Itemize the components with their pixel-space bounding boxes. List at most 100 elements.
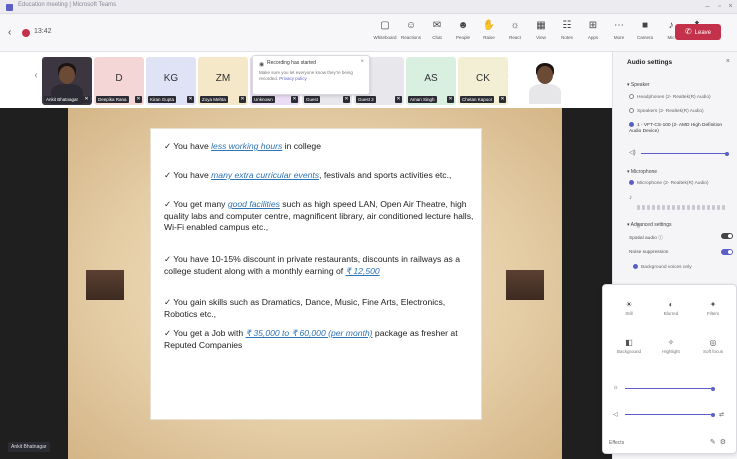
record-icon: ◉	[259, 62, 265, 68]
raise-hand-button[interactable]: ✋ Raise	[476, 19, 502, 47]
participant-tile[interactable]: AS Aman Singh ✕	[406, 57, 456, 105]
bullet-link[interactable]: good facilities	[228, 199, 280, 209]
participant-tile[interactable]: ZM Zoya Mehta ✕	[198, 57, 248, 105]
meter-segment	[662, 205, 665, 210]
back-chevron-icon[interactable]: ‹	[8, 27, 11, 38]
participant-initials: KG	[163, 73, 179, 84]
speaker-radio[interactable]	[629, 108, 634, 113]
mic-radio[interactable]	[629, 180, 634, 185]
checkmark-icon: ✓	[164, 142, 172, 152]
toolbar-button-label: More	[613, 35, 625, 40]
blur-effect-button[interactable]: ◐ Blurred	[653, 299, 689, 325]
panel-close-icon[interactable]: ×	[726, 58, 730, 65]
chat-button[interactable]: ✉ Chat	[424, 19, 450, 47]
toolbar-button-label: Raise	[483, 35, 495, 40]
meter-segment	[687, 205, 690, 210]
background-voices-radio[interactable]	[633, 264, 638, 269]
leave-button[interactable]: ✆ Leave	[675, 24, 721, 40]
participant-name-tag: Ankit Bhatnagar	[44, 96, 81, 103]
speaker-volume-knob[interactable]	[725, 151, 729, 156]
toolbar-button-label: Camera	[636, 35, 653, 40]
effects-volume-slider-knob[interactable]	[711, 412, 715, 417]
video-effects-panel: ☀ Still ◐ Blurred ✦ Filters ◧ Background ✧ Highli…	[602, 284, 737, 454]
people-icon: ☻	[457, 20, 469, 31]
settings-icon[interactable]: ⚙	[720, 439, 730, 446]
toast-body: Make sure you let everyone know they're …	[259, 70, 357, 82]
speaker-radio[interactable]	[629, 94, 634, 99]
speaker-option[interactable]: Speakers (2- Realtek(R) Audio)	[629, 108, 733, 115]
participant-tile[interactable]: KG Kiran Gupta ✕	[146, 57, 196, 105]
privacy-policy-link[interactable]: Privacy policy	[279, 76, 307, 81]
effects-footer-icons[interactable]: ✎⚙	[710, 438, 730, 446]
soft-focus-effect-button[interactable]: ◎ Soft focus	[695, 337, 731, 363]
brightness-slider[interactable]	[625, 388, 713, 389]
bullet-link[interactable]: less working hours	[211, 141, 282, 151]
close-window-icon[interactable]: ×	[727, 3, 734, 10]
background-effect-button[interactable]: ◧ Background	[611, 337, 647, 363]
edit-icon[interactable]: ✎	[710, 439, 720, 446]
effects-volume-slider[interactable]	[625, 414, 713, 415]
presenter-name-label: Ankit Bhatnagar	[8, 442, 50, 452]
notes-button[interactable]: ☷ Notes	[554, 19, 580, 47]
leave-label: Leave	[694, 30, 712, 36]
bullet-link[interactable]: ₹ 35,000 to ₹ 60,000 (per month)	[246, 328, 373, 338]
camera-button[interactable]: ■ Camera	[632, 19, 658, 47]
whiteboard-icon: ▢	[380, 20, 390, 31]
meter-segment	[672, 205, 675, 210]
speaker-heading: ▾ Speaker	[627, 82, 650, 88]
participant-name-tag: Aman Singh	[408, 96, 437, 103]
participant-tile[interactable]	[520, 57, 580, 105]
effect-label: Background	[616, 349, 642, 354]
sync-icon[interactable]: ⇄	[719, 411, 724, 418]
speaker-option-label: Speakers (2- Realtek(R) Audio)	[637, 108, 704, 114]
participant-tile[interactable]: CK Chetan Kapoor ✕	[458, 57, 508, 105]
brightness-slider-knob[interactable]	[711, 386, 715, 391]
view-button[interactable]: ▦ View	[528, 19, 554, 47]
whiteboard-button[interactable]: ▢ Whiteboard	[372, 19, 398, 47]
slide-bullet: ✓ You have 10-15% discount in private res…	[164, 254, 474, 277]
background-voices-option[interactable]: Background voices only	[633, 264, 737, 271]
bullet-link[interactable]: many extra curricular events	[211, 170, 319, 180]
highlight-effect-button[interactable]: ✧ Highlight	[653, 337, 689, 363]
participant-tile[interactable]: Ankit Bhatnagar ✕	[42, 57, 92, 105]
more-icon: ⋯	[614, 20, 624, 31]
speaker-volume-slider[interactable]	[641, 153, 727, 154]
bullet-text: You gain skills such as Dramatics, Dance…	[164, 297, 446, 319]
raise-hand-icon: ✋	[482, 20, 496, 31]
phone-icon: ✆	[684, 27, 692, 36]
people-button[interactable]: ☻ People	[450, 19, 476, 47]
spatial-audio-toggle[interactable]	[721, 233, 733, 239]
meter-segment	[667, 205, 670, 210]
filters-effect-button[interactable]: ✦ Filters	[695, 299, 731, 325]
noise-suppression-toggle[interactable]	[721, 249, 733, 255]
bullet-text: You have 10-15% discount in private rest…	[164, 254, 460, 276]
muted-mic-icon: ✕	[395, 96, 402, 103]
mic-option[interactable]: Microphone (2- Realtek(R) Audio)	[629, 180, 733, 187]
highlight-icon: ✧	[667, 338, 675, 347]
checkmark-icon: ✓	[164, 298, 172, 308]
effect-label: Soft focus	[702, 349, 723, 354]
toast-close-icon[interactable]: ×	[360, 59, 364, 65]
participant-name-tag: Unknown	[252, 96, 275, 103]
mic-level-icon: ♪	[629, 195, 632, 201]
panel-title: Audio settings	[627, 59, 673, 66]
participant-tile[interactable]: D Deepika Rana ✕	[94, 57, 144, 105]
react-button[interactable]: ☼ React	[502, 19, 528, 47]
speaker-volume-icon: ◁)	[629, 150, 636, 156]
speaker-option[interactable]: 1 - VFT-CS-100 (2- AMD High Definition A…	[629, 122, 733, 135]
muted-mic-icon: ✕	[135, 96, 142, 103]
blur-icon: ◐	[668, 300, 674, 309]
minimize-icon[interactable]: –	[704, 3, 711, 10]
more-button[interactable]: ⋯ More	[606, 19, 632, 47]
strip-prev-arrow-icon[interactable]: ‹	[30, 70, 42, 86]
apps-button[interactable]: ⊞ Apps	[580, 19, 606, 47]
speaker-radio[interactable]	[629, 122, 634, 127]
volume-slider-icon: ◁	[613, 412, 618, 418]
maximize-icon[interactable]: ▫	[716, 3, 723, 10]
bullet-link[interactable]: ₹ 12,500	[346, 266, 380, 276]
muted-mic-icon: ✕	[499, 96, 506, 103]
speaker-option[interactable]: Headphones (2- Realtek(R) Audio)	[629, 94, 733, 101]
meter-segment	[682, 205, 685, 210]
brightness-effect-button[interactable]: ☀ Still	[611, 299, 647, 325]
reaction-button[interactable]: ☺ Reactions	[398, 19, 424, 47]
